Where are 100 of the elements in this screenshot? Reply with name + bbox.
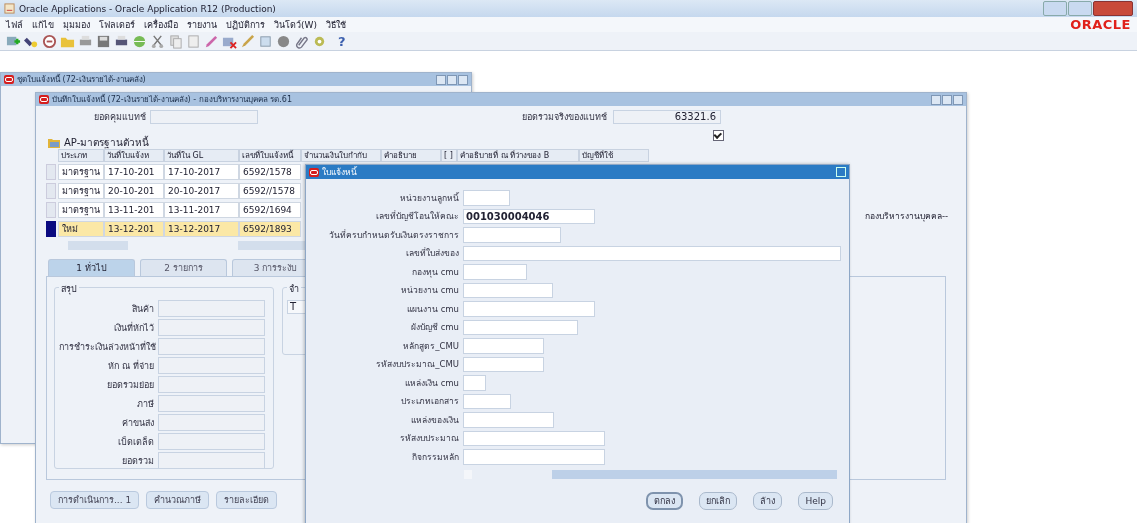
field-label: ยอดคุมแบทช์: [93, 111, 146, 124]
action-button[interactable]: รายละเอียด: [216, 491, 278, 509]
java-icon: [4, 3, 15, 14]
table-cell[interactable]: 20-10-201: [104, 182, 164, 199]
table-cell[interactable]: 17-10-2017: [164, 163, 239, 180]
amount-field[interactable]: [158, 357, 265, 374]
input-field[interactable]: [463, 375, 486, 391]
pen-icon[interactable]: [240, 33, 255, 49]
group-title: สรุป: [59, 282, 79, 296]
menu-item[interactable]: มุมมอง: [63, 17, 90, 32]
input-field[interactable]: 001030004046: [463, 208, 595, 224]
input-field[interactable]: [463, 282, 553, 298]
input-field[interactable]: [463, 338, 544, 354]
menu-item[interactable]: โฟลเดอร์: [99, 17, 135, 32]
field-label: ภาษี: [136, 397, 154, 411]
amount-field[interactable]: [158, 395, 265, 412]
minimize-button[interactable]: [1043, 1, 1067, 16]
menu-item[interactable]: รายงาน: [187, 17, 217, 32]
input-field[interactable]: [463, 227, 561, 243]
amount-field[interactable]: [158, 300, 265, 317]
table-cell[interactable]: 13-11-201: [104, 201, 164, 218]
field-label: หน่วยงาน cmu: [399, 284, 459, 298]
column-header[interactable]: เลขที่ใบแจ้งหนี้: [239, 149, 301, 162]
field-label: หน่วยงานลูกหนี้: [399, 191, 459, 205]
amount-field[interactable]: [158, 433, 265, 450]
dialog-title: ใบแจ้งหนี้: [322, 165, 357, 179]
paste-icon[interactable]: [186, 33, 201, 49]
scroll-bar[interactable]: [464, 469, 837, 479]
table-cell[interactable]: มาตรฐาน: [58, 201, 104, 218]
input-field[interactable]: [463, 356, 544, 372]
row-selector[interactable]: [46, 220, 56, 237]
copy-icon[interactable]: [168, 33, 183, 49]
input-field[interactable]: [463, 393, 511, 409]
window-controls[interactable]: [931, 94, 963, 105]
dialog-button[interactable]: ยกเลิก: [699, 491, 738, 510]
oracle-icon: [39, 95, 49, 104]
field-label: รหัสงบประมาณ: [399, 432, 459, 446]
table-cell[interactable]: ใหม่: [58, 220, 104, 237]
table-cell[interactable]: 6592/1893: [239, 220, 301, 237]
page-icon[interactable]: [258, 33, 273, 49]
input-field[interactable]: [463, 245, 841, 261]
amount-field[interactable]: [158, 338, 265, 355]
checkbox[interactable]: [713, 130, 724, 141]
batch-total-field[interactable]: 63321.6: [613, 110, 721, 124]
amount-field[interactable]: [158, 376, 265, 393]
menu-item[interactable]: วิธีใช้: [325, 17, 346, 32]
close-button[interactable]: [1093, 1, 1133, 16]
scissors-icon[interactable]: [150, 33, 165, 49]
pencil-icon[interactable]: [204, 33, 219, 49]
input-field[interactable]: [463, 301, 595, 317]
dialog-button[interactable]: ตกลง: [646, 491, 684, 510]
table-cell[interactable]: 13-11-2017: [164, 201, 239, 218]
menu-item[interactable]: ไฟล์: [6, 17, 23, 32]
stop-icon[interactable]: [42, 33, 57, 49]
action-button[interactable]: คำนวณภาษี: [146, 491, 210, 509]
table-cell[interactable]: มาตรฐาน: [58, 163, 104, 180]
column-header[interactable]: คำอธิบาย: [381, 149, 441, 162]
amount-field[interactable]: [158, 319, 265, 336]
column-header[interactable]: ประเภท: [58, 149, 104, 162]
folder-icon[interactable]: [48, 136, 60, 148]
input-field[interactable]: [463, 264, 527, 280]
table-cell[interactable]: 17-10-201: [104, 163, 164, 180]
table-cell[interactable]: 20-10-2017: [164, 182, 239, 199]
menu-item[interactable]: ปฏิบัติการ: [226, 17, 265, 32]
dialog-button[interactable]: Help: [798, 491, 833, 510]
field-label: เงินที่หักไว้: [113, 321, 154, 335]
input-field[interactable]: [463, 430, 605, 446]
field-label: กองทุน cmu: [410, 265, 459, 279]
window-title: ชุดใบแจ้งหนี้ (72-เงินรายได้-งานคลัง): [17, 73, 146, 86]
column-header[interactable]: บัญชีที่ใช้: [579, 149, 649, 162]
table-cell[interactable]: 13-12-201: [104, 220, 164, 237]
input-field[interactable]: [463, 449, 605, 465]
column-header[interactable]: คำอธิบายที่ ณ ที่ว่างของ B: [457, 149, 579, 162]
tab[interactable]: 2 รายการ: [140, 259, 227, 276]
field-label: ยอดรวมย่อย: [106, 378, 154, 392]
column-header[interactable]: จำนวนเงินใบกำกับ: [301, 149, 381, 162]
column-header[interactable]: วันที่ใบแจ้งห: [104, 149, 164, 162]
input-field[interactable]: [463, 190, 510, 206]
column-header[interactable]: [ ]: [441, 149, 457, 162]
table-cell[interactable]: มาตรฐาน: [58, 182, 104, 199]
menu-item[interactable]: แก้ไข: [32, 17, 54, 32]
tab[interactable]: 1 ทั่วไป: [48, 259, 135, 276]
column-header[interactable]: วันที่ใน GL: [164, 149, 239, 162]
input-field[interactable]: [463, 319, 578, 335]
window-controls[interactable]: [436, 74, 468, 85]
action-button[interactable]: การดำเนินการ... 1: [50, 491, 140, 509]
amount-field[interactable]: [158, 414, 265, 431]
dialog-button[interactable]: ล้าง: [753, 491, 783, 510]
amount-field[interactable]: [158, 452, 265, 469]
table-cell[interactable]: 6592/1694: [239, 201, 301, 218]
table-cell[interactable]: 13-12-2017: [164, 220, 239, 237]
ball-icon[interactable]: [276, 33, 291, 49]
table-cell[interactable]: 6592//1578: [239, 182, 301, 199]
input-field[interactable]: [463, 412, 554, 428]
batch-control-field[interactable]: [150, 110, 258, 124]
table-cell[interactable]: 6592/1578: [239, 163, 301, 180]
menu-item[interactable]: เครื่องมือ: [144, 17, 178, 32]
help-button[interactable]: ?: [338, 33, 346, 49]
menu-item[interactable]: วินโดว์(W): [274, 17, 317, 32]
maximize-button[interactable]: [1068, 1, 1092, 16]
